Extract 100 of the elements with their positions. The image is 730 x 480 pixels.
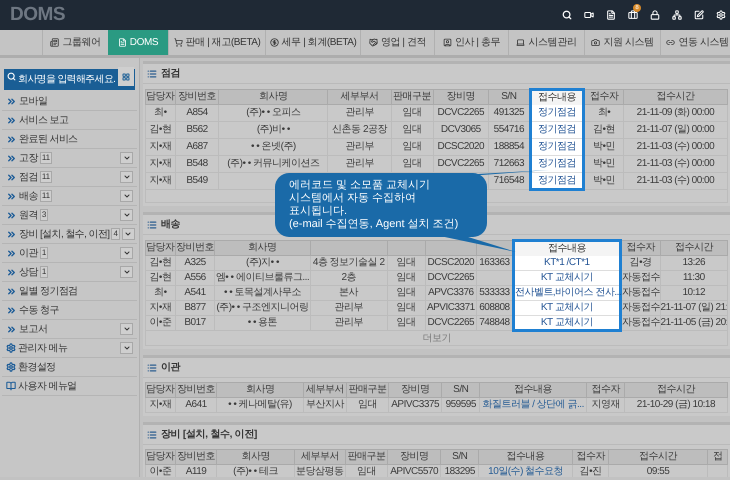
table-cell: 21-11-03 (수) 00:00 [636, 175, 714, 186]
document-icon[interactable] [606, 10, 616, 20]
table-cell: 지•재 [149, 175, 172, 186]
chevron-down-icon [122, 325, 130, 333]
table-cell: A854 [186, 107, 208, 118]
sidebar-item[interactable]: 점검 11 [2, 168, 137, 187]
chevron-down-icon [122, 268, 130, 276]
video-icon[interactable] [584, 10, 594, 20]
table-cell: (주)지• • [246, 257, 279, 268]
column-header: 접수시간 [674, 242, 713, 253]
table-cell: DCVC2265 [428, 317, 474, 328]
table-cell: 최• [154, 287, 167, 298]
column-header: 장비번호 [176, 242, 214, 253]
column-header: 접수자 [576, 451, 605, 462]
table-cell: DCSC2020 [428, 257, 474, 268]
table-cell: 박•민 [593, 158, 616, 169]
column-header: 장비명 [400, 384, 430, 395]
column-header: 접수내용 [514, 384, 552, 395]
lock-icon[interactable] [650, 10, 660, 20]
table-cell: A641 [185, 399, 207, 410]
table-cell: 김•진 [580, 466, 602, 477]
table-cell: 김•현 [149, 257, 172, 268]
table-cell: 11:30 [682, 272, 705, 283]
column-header: S/N [452, 451, 468, 462]
table-cell: 김•현 [149, 272, 172, 283]
column-header: 장비명 [446, 91, 476, 102]
expand-button[interactable] [122, 228, 135, 240]
expand-button[interactable] [120, 323, 133, 335]
settings-icon[interactable] [716, 10, 726, 20]
sidebar-item[interactable]: 원격 3 [2, 206, 137, 225]
search-icon[interactable] [562, 10, 572, 20]
column-header: 접수내용 [506, 451, 545, 462]
table-cell: 최• [154, 107, 167, 118]
table-cell: • • 토목설계사무소 [224, 287, 301, 298]
grid-icon [122, 72, 130, 80]
sidebar-item[interactable]: 서비스 보고 [2, 111, 137, 130]
sidebar-item[interactable]: 고장 11 [2, 149, 137, 168]
table-cell: B877 [184, 302, 206, 313]
sidebar-item[interactable]: 관리자 메뉴 [2, 339, 137, 358]
chevrons-icon [6, 190, 17, 202]
chevrons-icon [6, 286, 17, 296]
column-header: 담당자 [146, 384, 174, 395]
table-cell: 관리부 [345, 141, 374, 152]
table-cell: • • 온넷(주) [251, 141, 296, 152]
column-header: 회사명 [246, 384, 274, 395]
chevrons-icon [6, 324, 17, 334]
table-cell: B017 [184, 317, 206, 328]
sidebar-item[interactable]: 상담 1 [2, 263, 137, 282]
sidebar-item[interactable]: 완료된 서비스 [2, 130, 137, 149]
table-cell: 959595 [446, 399, 476, 410]
column-header: 판매구분 [393, 91, 432, 102]
chevrons-icon [6, 172, 17, 182]
table-cell: 608808 [479, 302, 510, 313]
chevrons-icon [6, 134, 17, 144]
chevrons-icon [6, 304, 17, 316]
settings-icon [6, 343, 16, 353]
expand-button[interactable] [120, 266, 133, 278]
column-header: 접수내용 [548, 242, 586, 254]
briefcase-icon[interactable] [628, 10, 638, 20]
table-cell: (주)• • 커뮤니케이션즈 [227, 158, 320, 169]
sidebar-item[interactable]: 장비 [설치, 철수, 이전] 4 [2, 225, 137, 244]
table-cell: 163363 [479, 257, 510, 268]
table-cell: 임대 [396, 287, 416, 298]
expand-button[interactable] [120, 342, 133, 354]
sidebar-item[interactable]: 이관 1 [2, 244, 137, 263]
expand-button[interactable] [120, 247, 133, 259]
table-cell: B562 [186, 124, 208, 135]
sidebar-item[interactable]: 사용자 메뉴얼 [2, 377, 137, 396]
grid-button[interactable] [118, 67, 134, 86]
table-cell: 지•재 [149, 399, 172, 410]
expand-button[interactable] [120, 209, 133, 221]
nav-tab[interactable]: 연동 시스템 [660, 30, 730, 55]
table-cell: 임대 [402, 158, 422, 169]
table-cell: • • 케나메탈(유) [228, 399, 292, 410]
sidebar-item[interactable]: 수동 청구 [2, 301, 137, 320]
sidebar-item[interactable]: 배송 11 [2, 187, 137, 206]
table-cell: APIVC5570 [390, 466, 438, 477]
sidebar-item[interactable]: 환경설정 [2, 358, 137, 377]
callout-text: (e-mail 수집연동, Agent 설치 조건) [289, 218, 460, 231]
column-header: 접수자 [591, 384, 620, 395]
list-icon [147, 68, 157, 78]
table-cell: DCVC2265 [437, 158, 484, 169]
table-cell: 본사 [339, 287, 358, 298]
table-cell: 13:26 [682, 257, 706, 268]
table-cell: A556 [184, 272, 206, 283]
expand-button[interactable] [120, 152, 133, 164]
sidebar-item[interactable]: 모바일 [2, 92, 137, 111]
table-cell: APIVC3375 [391, 399, 440, 410]
edit-icon[interactable] [694, 10, 704, 20]
count-badge: 1 [40, 247, 48, 259]
sidebar-item[interactable]: 일별 정기점검 [2, 282, 137, 301]
table-cell: 지•재 [149, 302, 172, 313]
expand-button[interactable] [120, 190, 133, 202]
expand-button[interactable] [120, 171, 133, 183]
table-cell: 부산지사 [306, 399, 344, 410]
sitemap-icon[interactable] [672, 10, 682, 20]
sidebar-item[interactable]: 보고서 [2, 320, 137, 339]
table-cell: 21-10-29 (금) 10:18 [636, 399, 716, 410]
table-cell: 임대 [402, 107, 422, 118]
column-header: 담당자 [146, 91, 174, 102]
